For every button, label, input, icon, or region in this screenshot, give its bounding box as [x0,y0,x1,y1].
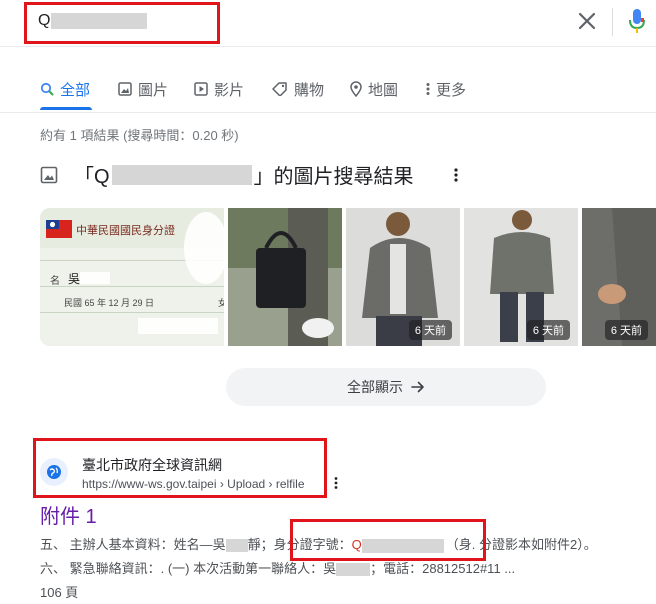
tab-label: 購物 [294,81,325,99]
tab-images[interactable]: 圖片 [118,75,168,103]
result-url[interactable]: https://www-ws.gov.taipei › Upload › rel… [82,477,305,491]
image-thumbnail[interactable]: 6 天前 [582,208,656,346]
image-thumbnail[interactable] [228,208,342,346]
result-snippet-line-2: 六、 緊急聯絡資訊：. (一) 本次活動第一聯絡人：吳 ；電話：28812512#… [40,558,515,577]
image-carousel: 中華民國國民身分證 名 吳 民國 65 年 12 月 29 日 女 6 天前 6… [40,208,656,346]
microphone-icon[interactable] [627,6,647,36]
id-card-sex: 女 [218,298,224,308]
image-thumbnail[interactable]: 6 天前 [464,208,578,346]
divider [612,8,613,36]
image-thumbnail[interactable]: 6 天前 [346,208,460,346]
tab-label: 地圖 [368,81,399,99]
image-icon [118,82,132,96]
show-all-label: 全部顯示 [347,379,403,395]
clear-icon[interactable] [574,8,600,34]
highlight-box [24,2,220,44]
image-thumbnail[interactable]: 中華民國國民身分證 名 吳 民國 65 年 12 月 29 日 女 [40,208,224,346]
result-title-link[interactable]: 附件 1 [40,500,97,529]
tab-videos[interactable]: 影片 [194,75,244,103]
search-tabs: 全部 圖片 影片 購物 地圖 更多 [0,72,656,113]
redacted-block [111,164,252,185]
time-badge: 6 天前 [526,320,570,340]
snippet-text: ；電話：28812512#11 ... [370,561,516,576]
search-icon [40,82,54,96]
arrow-right-icon [411,381,424,393]
redacted-block [336,563,371,577]
tag-icon [272,82,287,96]
tab-label: 更多 [436,81,467,99]
heading-suffix: 」的圖片搜尋結果 [253,166,414,188]
image-results-heading: 「Q 」的圖片搜尋結果 [40,160,458,189]
id-card-name-label: 名 [50,276,60,287]
tab-label: 影片 [214,81,245,99]
tab-all[interactable]: 全部 [40,75,90,103]
snippet-text: 靜； [247,537,274,552]
highlight-box [290,519,486,561]
tab-maps[interactable]: 地圖 [350,75,398,103]
tab-label: 圖片 [138,81,169,99]
tab-label: 全部 [60,81,91,99]
id-card-birth: 民國 65 年 12 月 29 日 [64,298,155,308]
map-pin-icon [350,81,362,97]
active-tab-indicator [40,107,92,110]
id-card-header: 中華民國國民身分證 [76,224,175,237]
more-vert-icon [426,83,430,95]
tab-more[interactable]: 更多 [426,75,466,103]
globe-icon [40,458,68,486]
id-card-name-value: 吳 [68,272,81,286]
show-all-button[interactable]: 全部顯示 [226,368,546,406]
more-vert-icon[interactable] [453,167,458,183]
heading-prefix: 「Q [74,166,110,188]
video-icon [194,82,208,96]
redacted-block [225,539,248,553]
bag-image [228,208,342,346]
result-page-count: 106 頁 [40,585,79,600]
result-stats: 約有 1 項結果 (搜尋時間：0.20 秒) [40,128,239,143]
result-site-name[interactable]: 臺北市政府全球資訊網 [82,455,222,475]
more-vert-icon[interactable] [334,476,338,495]
time-badge: 6 天前 [604,320,648,340]
time-badge: 6 天前 [408,320,452,340]
snippet-text: 五、 主辦人基本資料：姓名—吳 [40,537,226,552]
tab-shopping[interactable]: 購物 [272,75,324,103]
snippet-text: 六、 緊急聯絡資訊：. (一) 本次活動第一聯絡人：吳 [40,561,337,576]
image-icon [40,166,58,183]
